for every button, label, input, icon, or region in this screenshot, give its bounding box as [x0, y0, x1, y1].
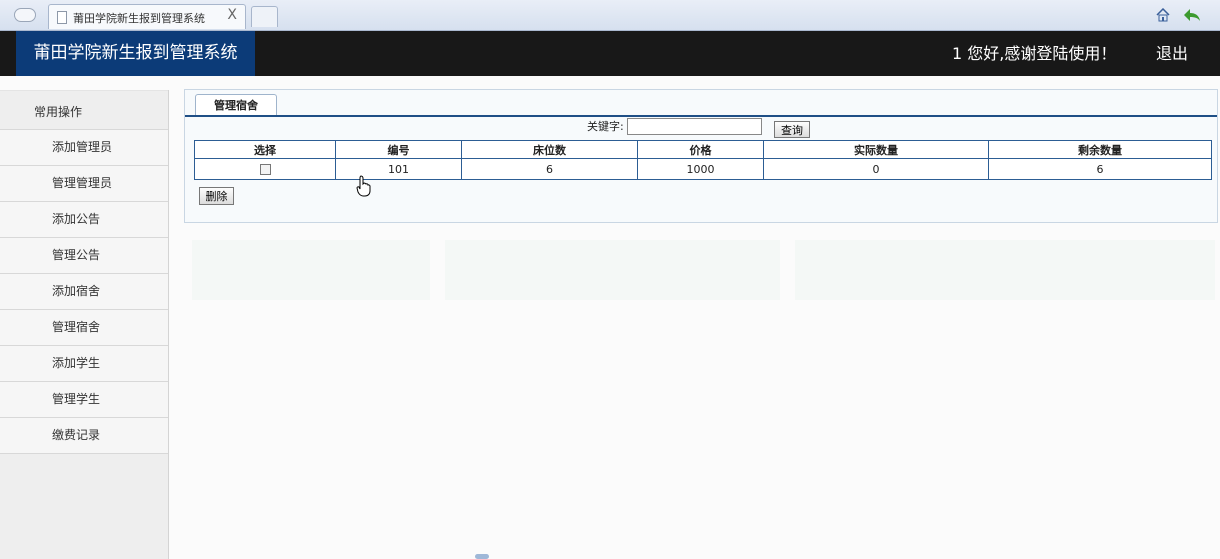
column-header: 选择	[194, 140, 336, 159]
page-icon	[57, 11, 67, 24]
sidebar-heading: 常用操作	[0, 90, 168, 130]
home-icon[interactable]	[1156, 8, 1170, 22]
ghost-overlay	[445, 240, 780, 300]
column-header: 实际数量	[763, 140, 989, 159]
tab-manage-dorm[interactable]: 管理宿舍	[195, 94, 277, 117]
sidebar-item-add-dorm[interactable]: 添加宿舍	[0, 274, 168, 310]
sidebar: 常用操作 添加管理员 管理管理员 添加公告 管理公告 添加宿舍 管理宿舍 添加学…	[0, 90, 169, 559]
sidebar-item-payment-records[interactable]: 缴费记录	[0, 418, 168, 454]
remaining-count-cell: 6	[988, 158, 1212, 180]
browser-tab[interactable]: 莆田学院新生报到管理系统 X	[48, 4, 246, 29]
beds-cell: 6	[461, 158, 638, 180]
sidebar-item-add-student[interactable]: 添加学生	[0, 346, 168, 382]
logout-link[interactable]: 退出	[1156, 31, 1188, 76]
hand-cursor-icon	[356, 175, 371, 197]
column-header: 价格	[637, 140, 764, 159]
new-tab-button[interactable]	[251, 6, 278, 27]
ghost-overlay	[795, 240, 1215, 300]
column-header: 剩余数量	[988, 140, 1212, 159]
sidebar-item-manage-admin[interactable]: 管理管理员	[0, 166, 168, 202]
back-arrow-icon[interactable]	[1182, 7, 1202, 23]
ghost-overlay	[192, 240, 430, 300]
close-tab-icon[interactable]: X	[227, 7, 237, 23]
table-header-row: 选择 编号 床位数 价格 实际数量 剩余数量	[194, 140, 1212, 159]
scroll-indicator[interactable]	[475, 554, 489, 559]
welcome-text: 1 您好,感谢登陆使用！	[952, 44, 1117, 63]
system-title: 莆田学院新生报到管理系统	[16, 31, 255, 76]
sidebar-item-manage-dorm[interactable]: 管理宿舍	[0, 310, 168, 346]
column-header: 编号	[335, 140, 462, 159]
actual-count-cell: 0	[763, 158, 989, 180]
cloud-icon[interactable]	[14, 8, 36, 22]
sidebar-item-manage-student[interactable]: 管理学生	[0, 382, 168, 418]
column-header: 床位数	[461, 140, 638, 159]
price-cell: 1000	[637, 158, 764, 180]
search-label: 关键字:	[587, 120, 624, 133]
select-cell	[194, 158, 336, 180]
manage-dorm-panel: 管理宿舍 关键字: 查询 选择 编号 床位数 价格 实际数量 剩余数量 101 …	[184, 89, 1218, 223]
dorm-table: 选择 编号 床位数 价格 实际数量 剩余数量 101 6 1000 0 6	[194, 140, 1212, 180]
search-button[interactable]: 查询	[774, 121, 810, 138]
table-row: 101 6 1000 0 6	[194, 158, 1212, 180]
delete-button[interactable]: 删除	[199, 187, 234, 205]
app-header: 莆田学院新生报到管理系统 1 您好,感谢登陆使用！ 退出	[0, 31, 1220, 76]
sidebar-item-add-admin[interactable]: 添加管理员	[0, 130, 168, 166]
row-checkbox[interactable]	[259, 164, 271, 175]
tab-underline	[185, 115, 1217, 117]
sidebar-item-add-notice[interactable]: 添加公告	[0, 202, 168, 238]
browser-toolbar: 莆田学院新生报到管理系统 X	[0, 0, 1220, 31]
dorm-id-cell: 101	[335, 158, 462, 180]
keyword-input[interactable]	[627, 118, 762, 135]
sidebar-item-manage-notice[interactable]: 管理公告	[0, 238, 168, 274]
browser-tab-title: 莆田学院新生报到管理系统	[73, 12, 205, 25]
